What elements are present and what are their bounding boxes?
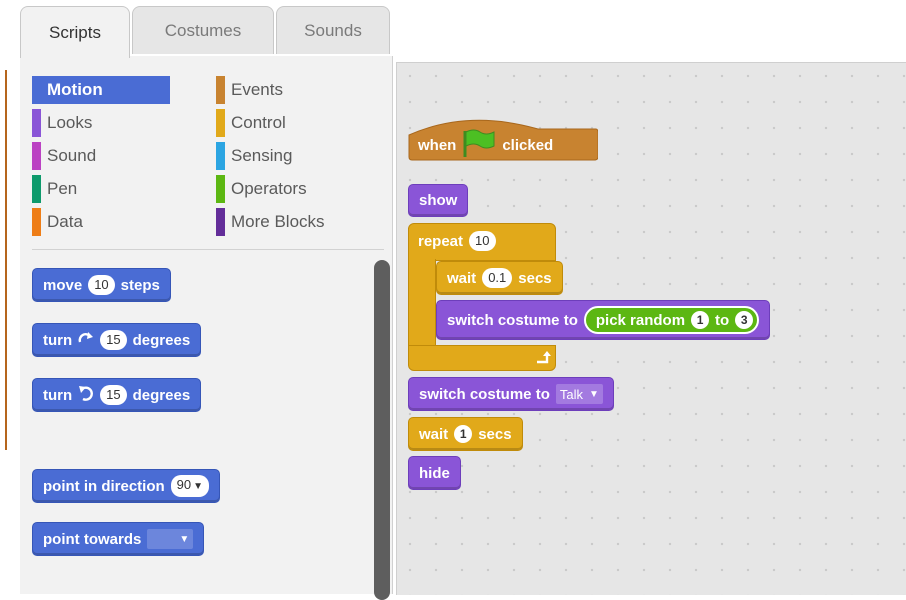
block-word: point towards	[43, 530, 142, 548]
repeat-count-input[interactable]: 10	[469, 231, 496, 251]
wait-seconds-input[interactable]: 0.1	[482, 268, 513, 288]
block-word: switch costume to	[419, 385, 550, 403]
tab-label: Costumes	[164, 20, 242, 40]
category-events[interactable]: Events	[216, 76, 366, 104]
green-flag-icon	[462, 128, 496, 162]
block-turn-right[interactable]: turn 15 degrees	[32, 323, 202, 357]
category-label: Motion	[47, 80, 103, 99]
rotate-counterclockwise-icon	[78, 385, 94, 405]
block-word: turn	[43, 386, 73, 404]
block-word: secs	[478, 425, 512, 443]
operator-word: to	[715, 311, 730, 329]
category-sensing[interactable]: Sensing	[216, 142, 366, 170]
category-label: Looks	[47, 113, 93, 132]
block-point-towards[interactable]: point towards ▼	[32, 522, 205, 556]
block-move-steps[interactable]: move 10 steps	[32, 268, 171, 302]
tab-label: Sounds	[304, 20, 362, 40]
steps-input[interactable]: 10	[88, 275, 115, 295]
block-point-in-direction[interactable]: point in direction 90 ▼	[32, 469, 221, 503]
category-pen[interactable]: Pen	[32, 175, 192, 203]
block-word: when	[418, 136, 457, 154]
category-divider	[32, 249, 384, 250]
block-word: wait	[447, 269, 477, 287]
block-wait-outer[interactable]: wait 1 secs	[408, 417, 523, 451]
category-data[interactable]: Data	[32, 208, 192, 236]
random-to-input[interactable]: 3	[735, 311, 754, 329]
loop-arrow-icon	[535, 351, 551, 370]
block-word: move	[43, 276, 83, 294]
block-when-flag-clicked[interactable]: when clicked	[408, 113, 598, 161]
tab-label: Scripts	[49, 22, 101, 42]
block-word: steps	[120, 276, 160, 294]
tab-costumes[interactable]: Costumes	[132, 6, 274, 54]
category-label: Operators	[231, 179, 307, 198]
degrees-input[interactable]: 15	[100, 330, 127, 350]
pick-random-reporter[interactable]: pick random 1 to 3	[583, 306, 760, 334]
category-label: Events	[231, 80, 283, 99]
random-from-input[interactable]: 1	[691, 311, 710, 329]
category-label: Control	[231, 113, 286, 132]
category-control[interactable]: Control	[216, 109, 366, 137]
block-word: turn	[43, 331, 73, 349]
category-operators[interactable]: Operators	[216, 175, 366, 203]
block-palette: Motion Looks Sound Pen Data Events Contr…	[20, 56, 393, 600]
block-word: clicked	[502, 136, 554, 154]
operator-word: pick random	[595, 311, 686, 329]
block-wait-inner[interactable]: wait 0.1 secs	[436, 261, 563, 295]
block-word: show	[419, 192, 458, 209]
chevron-down-icon: ▼	[193, 481, 204, 492]
towards-dropdown[interactable]: ▼	[147, 529, 194, 549]
script-area[interactable]: when clicked show repeat 10 wait 0.1 sec…	[396, 62, 906, 595]
block-hide[interactable]: hide	[408, 456, 461, 490]
block-switch-costume-random[interactable]: switch costume to pick random 1 to 3	[436, 300, 771, 340]
block-turn-left[interactable]: turn 15 degrees	[32, 378, 202, 412]
category-label: Sound	[47, 146, 97, 165]
chevron-down-icon: ▼	[588, 388, 599, 400]
category-label: More Blocks	[231, 212, 325, 231]
direction-value: 90	[176, 477, 192, 492]
block-word: wait	[419, 425, 449, 443]
block-word: degrees	[132, 331, 191, 349]
degrees-input[interactable]: 15	[100, 385, 127, 405]
block-word: switch costume to	[447, 311, 578, 329]
window-edge	[0, 0, 8, 594]
block-word: repeat	[418, 232, 464, 250]
category-label: Sensing	[231, 146, 293, 165]
block-show[interactable]: show	[408, 184, 469, 217]
direction-dropdown[interactable]: 90 ▼	[170, 475, 210, 497]
block-switch-costume-talk[interactable]: switch costume to Talk ▼	[408, 377, 614, 411]
repeat-header: repeat 10	[418, 229, 496, 253]
category-motion[interactable]: Motion	[32, 76, 170, 104]
tab-sounds[interactable]: Sounds	[276, 6, 390, 54]
category-label: Pen	[47, 179, 78, 198]
category-looks[interactable]: Looks	[32, 109, 192, 137]
block-word: degrees	[132, 386, 191, 404]
costume-dropdown[interactable]: Talk ▼	[555, 384, 603, 404]
tab-scripts[interactable]: Scripts	[20, 6, 130, 58]
block-word: hide	[419, 464, 450, 482]
wait-seconds-input[interactable]: 1	[454, 425, 473, 443]
block-word: point in direction	[43, 477, 165, 495]
chevron-down-icon: ▼	[179, 533, 190, 545]
category-more-blocks[interactable]: More Blocks	[216, 208, 366, 236]
block-word: secs	[518, 269, 552, 287]
edge-bar	[5, 70, 7, 450]
category-sound[interactable]: Sound	[32, 142, 192, 170]
category-label: Data	[47, 212, 83, 231]
rotate-clockwise-icon	[78, 331, 94, 349]
costume-value: Talk	[559, 386, 583, 402]
palette-scrollbar[interactable]	[374, 260, 390, 600]
repeat-block-bottom	[408, 345, 556, 371]
